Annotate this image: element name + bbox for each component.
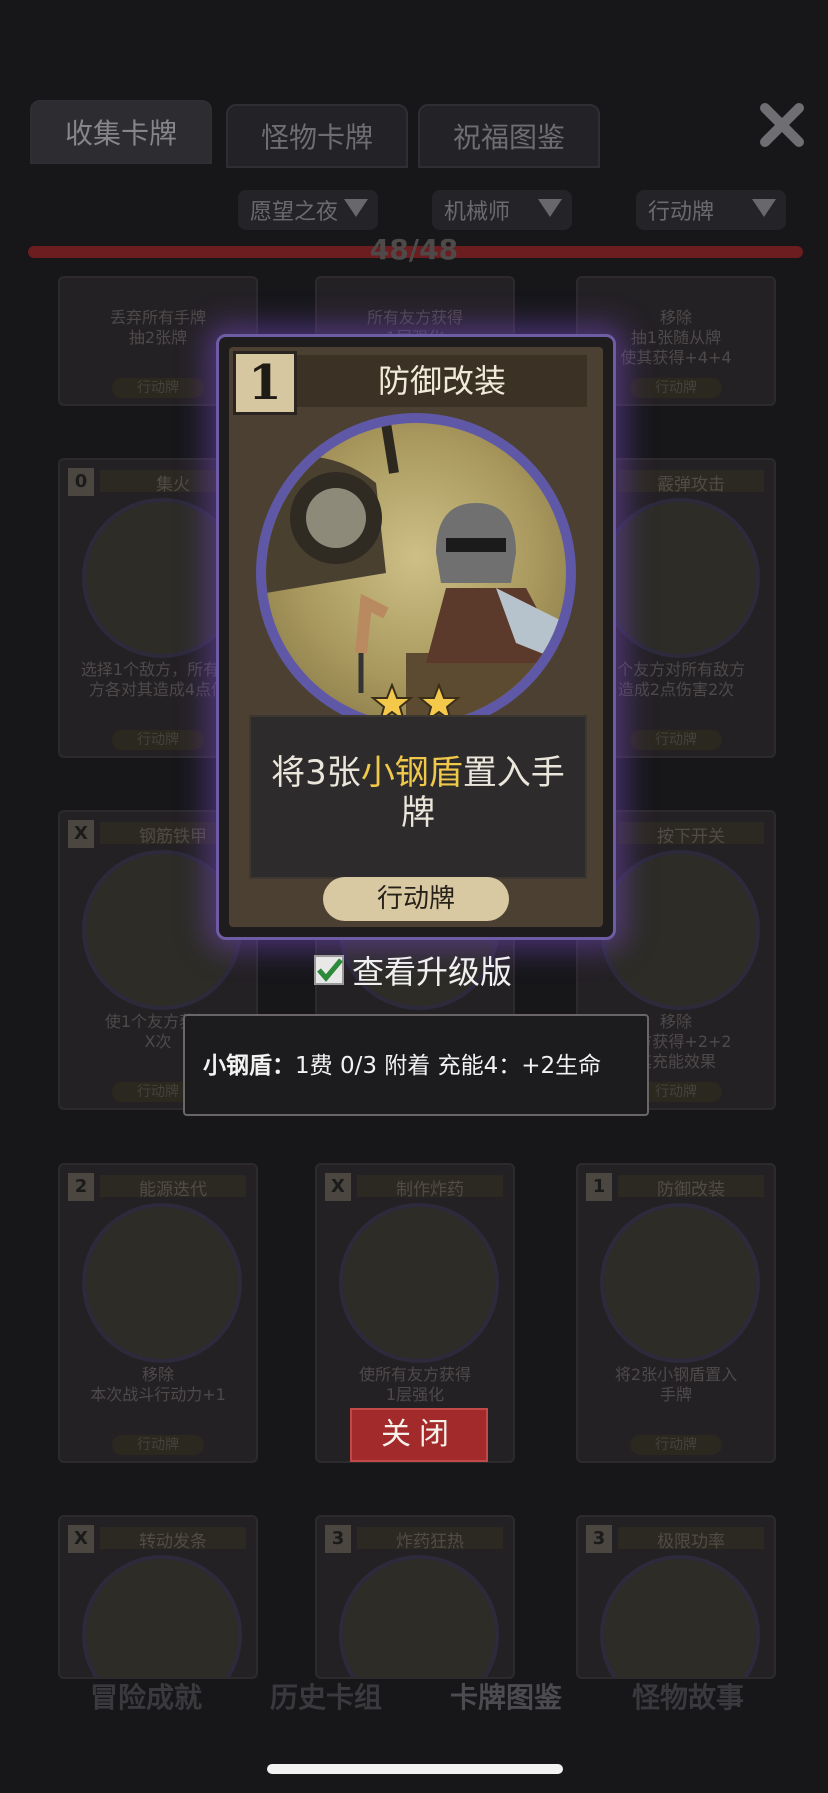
close-button[interactable]: 关闭 bbox=[350, 1408, 488, 1462]
desc-text: 将3张 bbox=[271, 753, 361, 793]
card-type-badge: 行动牌 bbox=[323, 877, 509, 921]
checkbox[interactable] bbox=[314, 955, 344, 985]
desc-keyword: 小钢盾 bbox=[360, 753, 463, 793]
tooltip-keyword: 小钢盾： bbox=[203, 1053, 295, 1079]
card-title: 防御改装 bbox=[297, 355, 587, 407]
card-cost: 1 bbox=[233, 351, 297, 415]
tooltip-body: 1费 0/3 附着 充能4：+2生命 bbox=[295, 1053, 602, 1079]
view-upgrade-toggle[interactable]: 查看升级版 bbox=[314, 948, 512, 992]
card-detail: 1 防御改装 将3张小钢盾置入手牌 行动牌 bbox=[216, 334, 616, 940]
upgrade-label: 查看升级版 bbox=[352, 953, 513, 991]
keyword-tooltip: 小钢盾：1费 0/3 附着 充能4：+2生命 bbox=[183, 1014, 649, 1116]
card-description: 将3张小钢盾置入手牌 bbox=[261, 753, 575, 833]
card-description-box: 将3张小钢盾置入手牌 bbox=[249, 715, 587, 879]
card-art bbox=[266, 423, 566, 723]
tooltip-text: 小钢盾：1费 0/3 附着 充能4：+2生命 bbox=[203, 1046, 637, 1080]
mechanic-illustration-icon bbox=[266, 423, 566, 723]
checkmark-icon bbox=[317, 958, 343, 982]
